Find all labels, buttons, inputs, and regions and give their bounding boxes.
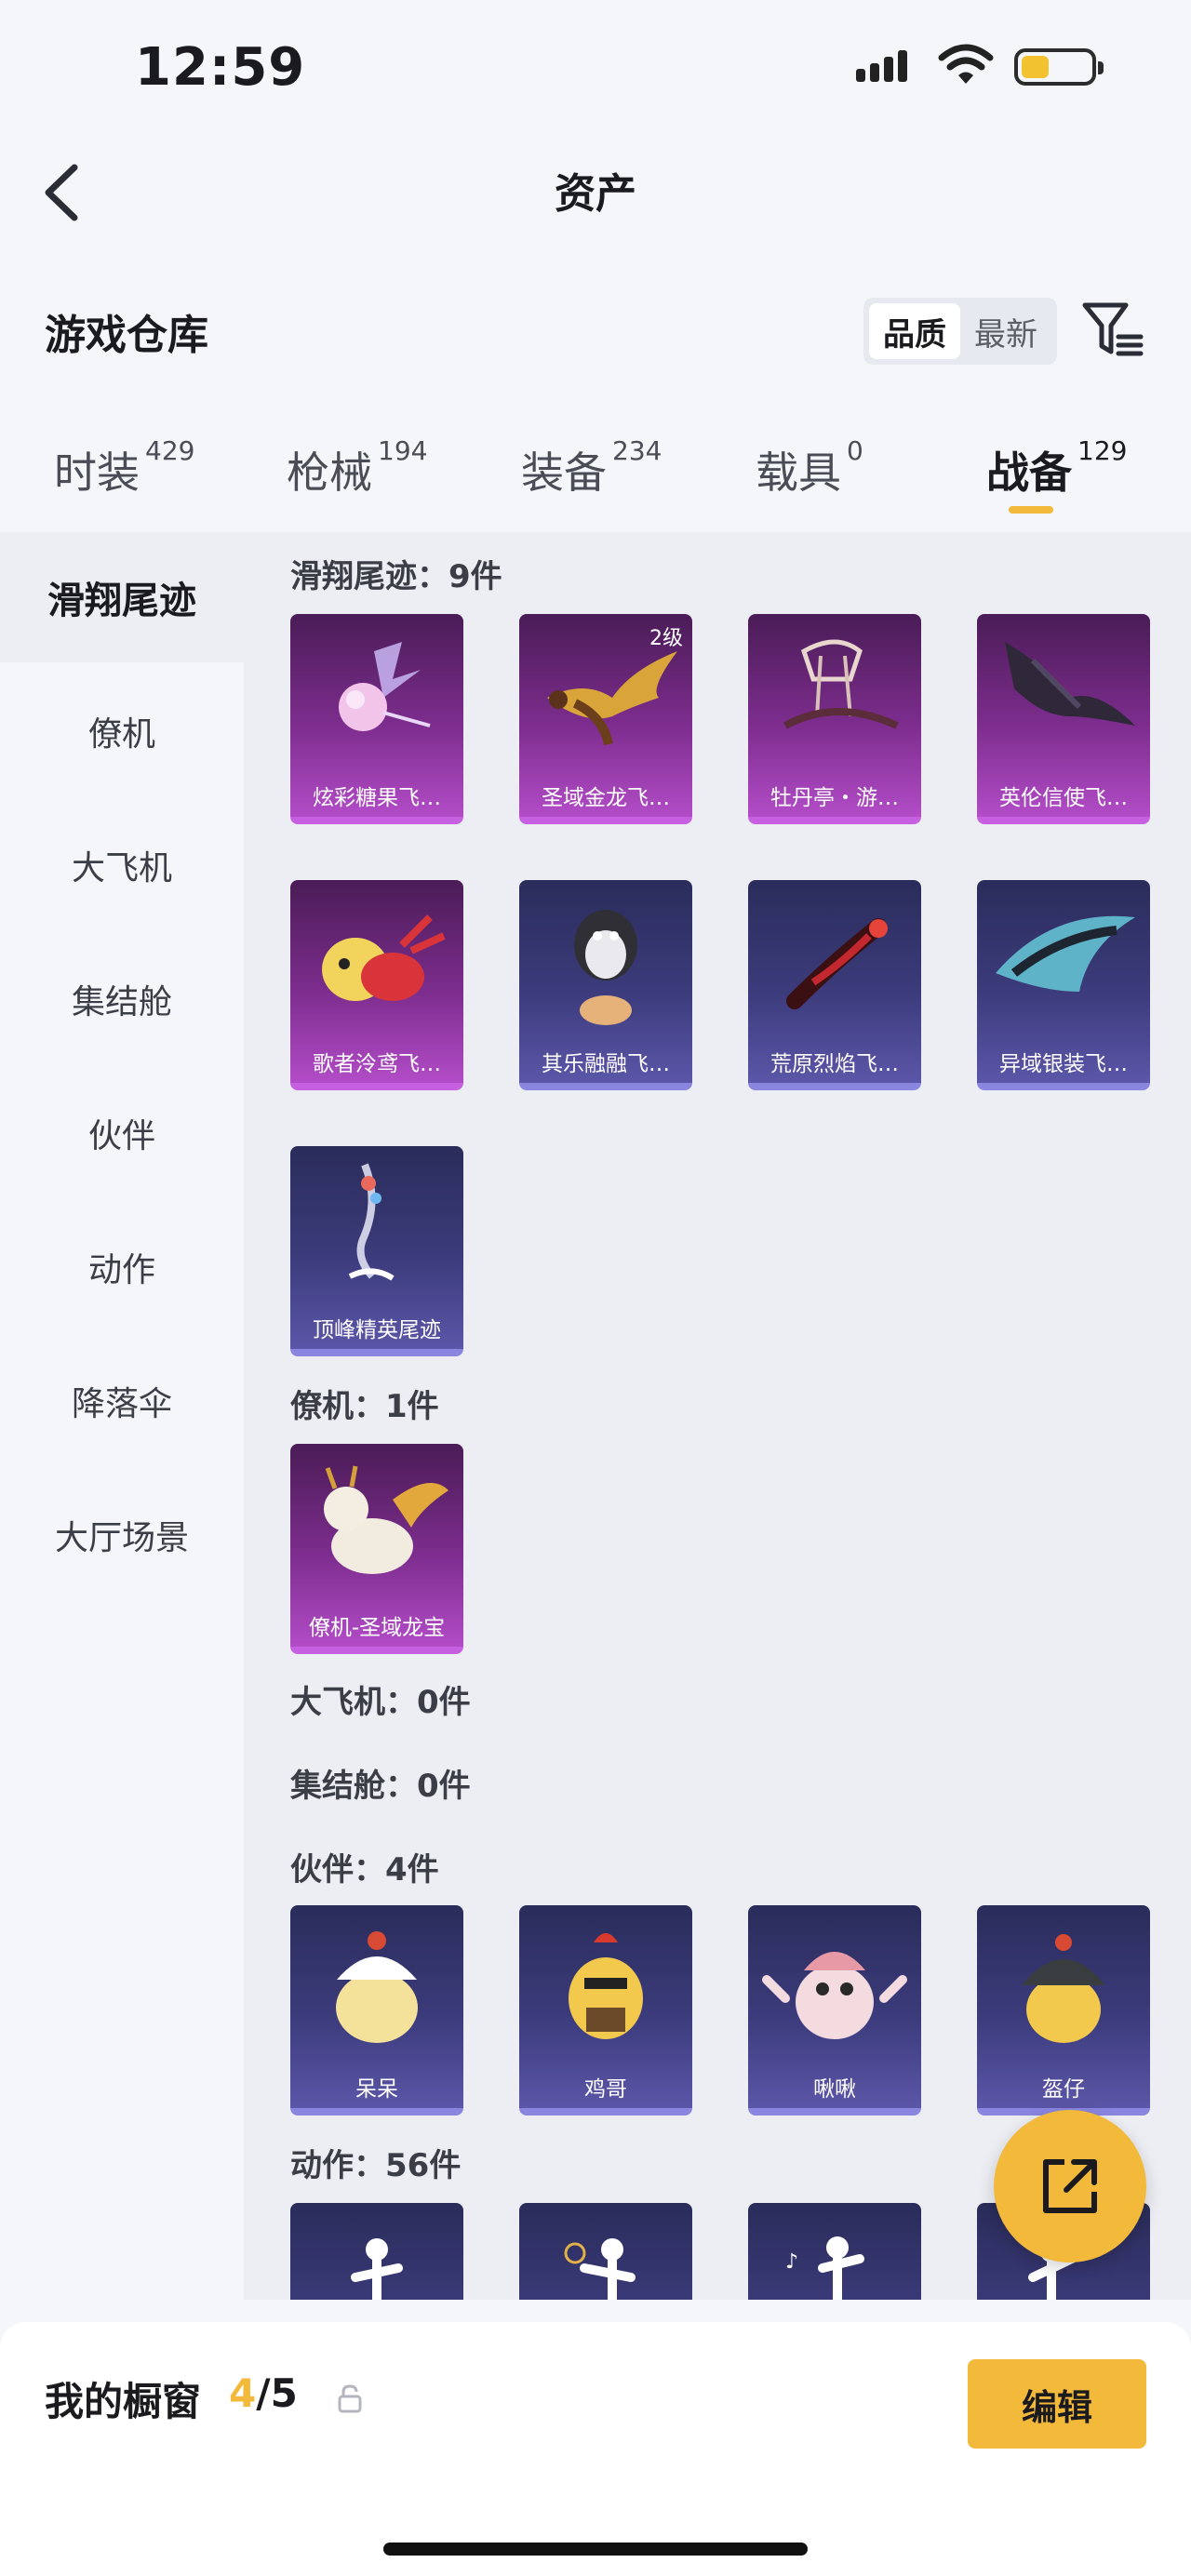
item-name: 呆呆 xyxy=(355,2077,398,2102)
sidebar-item-emote[interactable]: 动作 xyxy=(0,1202,244,1332)
item-card[interactable]: 鸡哥 xyxy=(519,1905,692,2116)
item-card[interactable]: ♪ xyxy=(748,2203,921,2300)
item-name: 其乐融融飞… xyxy=(542,1052,670,1076)
share-button[interactable] xyxy=(994,2110,1146,2262)
group-header-plane: 大飞机：0件 xyxy=(290,1684,471,1721)
sort-quality-button[interactable]: 品质 xyxy=(869,303,960,359)
item-name: 荒原烈焰飞… xyxy=(770,1052,899,1076)
group-header-glide: 滑翔尾迹：9件 xyxy=(290,558,502,595)
lock-icon xyxy=(338,2384,362,2413)
sidebar-item-parachute[interactable]: 降落伞 xyxy=(0,1336,244,1466)
home-indicator xyxy=(383,2543,808,2556)
elite-trail-icon xyxy=(348,1163,395,1281)
battery-icon xyxy=(1014,48,1104,86)
item-name: 顶峰精英尾迹 xyxy=(313,1318,441,1342)
raven-glider-icon xyxy=(1005,642,1135,726)
sidebar-item-pod[interactable]: 集结舱 xyxy=(0,934,244,1064)
penguin-balloon-icon xyxy=(574,910,637,1025)
sidebar-item-partner[interactable]: 伙伴 xyxy=(0,1068,244,1198)
group-header-emote: 动作：56件 xyxy=(290,2147,462,2184)
item-card[interactable]: 其乐融融飞… xyxy=(519,880,692,1090)
item-name: 圣域金龙飞… xyxy=(542,786,670,810)
item-card[interactable] xyxy=(519,2203,692,2300)
chick-daidai-icon xyxy=(336,1931,418,2043)
item-card[interactable] xyxy=(290,2203,463,2300)
music-dance-icon: ♪ xyxy=(785,2236,864,2300)
item-card[interactable]: 异域银装飞… xyxy=(977,880,1150,1090)
item-name: 盔仔 xyxy=(1042,2077,1085,2102)
status-time: 12:59 xyxy=(135,37,306,98)
candy-glider-icon xyxy=(339,642,431,731)
item-card[interactable]: 僚机-圣域龙宝 xyxy=(290,1444,463,1654)
edit-button[interactable]: 编辑 xyxy=(968,2359,1146,2449)
sidebar-item-plane[interactable]: 大飞机 xyxy=(0,800,244,930)
item-name: 僚机-圣域龙宝 xyxy=(308,1616,446,1640)
group-header-wingman: 僚机：1件 xyxy=(290,1388,439,1425)
item-card[interactable]: 英伦信使飞… xyxy=(977,614,1150,824)
item-card[interactable]: 荒原烈焰飞… xyxy=(748,880,921,1090)
dance-pose-icon xyxy=(351,2238,403,2300)
item-grid: 滑翔尾迹：9件 炫彩糖果飞… 2级 圣域金龙飞… 牡丹亭・游… 英伦信使飞… 歌… xyxy=(244,532,1191,2300)
dragon-pet-icon xyxy=(324,1465,448,1574)
status-bar: 12:59 xyxy=(0,0,1191,140)
sort-newest-button[interactable]: 最新 xyxy=(960,303,1051,359)
sidebar-item-glide-trail[interactable]: 滑翔尾迹 xyxy=(0,532,244,662)
category-tabs: 时装 429 枪械 194 装备 234 载具 0 战备 129 xyxy=(0,428,1191,530)
item-name: 啾啾 xyxy=(813,2077,856,2102)
sidebar-item-wingman[interactable]: 僚机 xyxy=(0,666,244,796)
sidebar: 滑翔尾迹 僚机 大飞机 集结舱 伙伴 动作 降落伞 大厅场景 xyxy=(0,532,244,2300)
svg-text:♪: ♪ xyxy=(785,2250,798,2274)
group-header-partner: 伙伴：4件 xyxy=(290,1851,439,1889)
warehouse-title: 游戏仓库 xyxy=(45,312,208,359)
page-title: 资产 xyxy=(555,170,636,218)
item-name: 牡丹亭・游… xyxy=(770,786,899,810)
peony-glider-icon xyxy=(783,639,899,729)
chicken-brother-icon xyxy=(569,1933,643,2039)
aim-pose-icon xyxy=(564,2238,636,2300)
item-card[interactable]: 啾啾 xyxy=(748,1905,921,2116)
item-card[interactable]: 牡丹亭・游… xyxy=(748,614,921,824)
item-card[interactable]: 顶峰精英尾迹 xyxy=(290,1146,463,1356)
item-card[interactable]: 歌者泠鸢飞… xyxy=(290,880,463,1090)
item-name: 鸡哥 xyxy=(584,2077,627,2102)
item-card[interactable]: 盔仔 xyxy=(977,1905,1150,2116)
item-card[interactable]: 2级 圣域金龙飞… xyxy=(519,614,692,824)
tab-active-indicator xyxy=(1009,506,1053,514)
share-icon xyxy=(1043,2159,1097,2213)
showcase-label: 我的橱窗 xyxy=(45,2379,202,2424)
item-name: 异域银装飞… xyxy=(999,1052,1128,1076)
helmet-chick-icon xyxy=(1022,1934,1105,2043)
item-name: 英伦信使飞… xyxy=(999,786,1128,810)
tab-costume[interactable]: 时装 429 xyxy=(54,435,194,501)
item-level-badge: 2级 xyxy=(649,627,683,650)
tab-combat-gear[interactable]: 战备 129 xyxy=(986,435,1127,501)
silver-wing-glider-icon xyxy=(996,915,1135,992)
item-card[interactable]: 炫彩糖果飞… xyxy=(290,614,463,824)
tab-guns[interactable]: 枪械 194 xyxy=(287,435,427,501)
wifi-icon xyxy=(938,44,994,84)
tab-vehicles[interactable]: 载具 0 xyxy=(756,435,863,501)
item-name: 歌者泠鸢飞… xyxy=(313,1052,441,1076)
tab-equipment[interactable]: 装备 234 xyxy=(521,435,662,501)
cellular-signal-icon xyxy=(856,50,907,82)
jiujiu-bird-icon xyxy=(762,1952,907,2039)
showcase-bar: 我的橱窗 4/5 编辑 xyxy=(0,2322,1191,2576)
item-card[interactable]: 呆呆 xyxy=(290,1905,463,2116)
battery-level xyxy=(1022,56,1049,78)
sort-toggle: 品质 最新 xyxy=(863,298,1057,365)
filter-icon[interactable] xyxy=(1079,296,1146,363)
group-header-pod: 集结舱：0件 xyxy=(290,1768,471,1805)
sidebar-item-lobby-scene[interactable]: 大厅场景 xyxy=(0,1470,244,1600)
singer-bird-glider-icon xyxy=(322,914,446,1001)
item-name: 炫彩糖果飞… xyxy=(313,786,441,810)
showcase-count: 4/5 xyxy=(229,2370,298,2416)
flame-glider-icon xyxy=(786,918,888,1009)
